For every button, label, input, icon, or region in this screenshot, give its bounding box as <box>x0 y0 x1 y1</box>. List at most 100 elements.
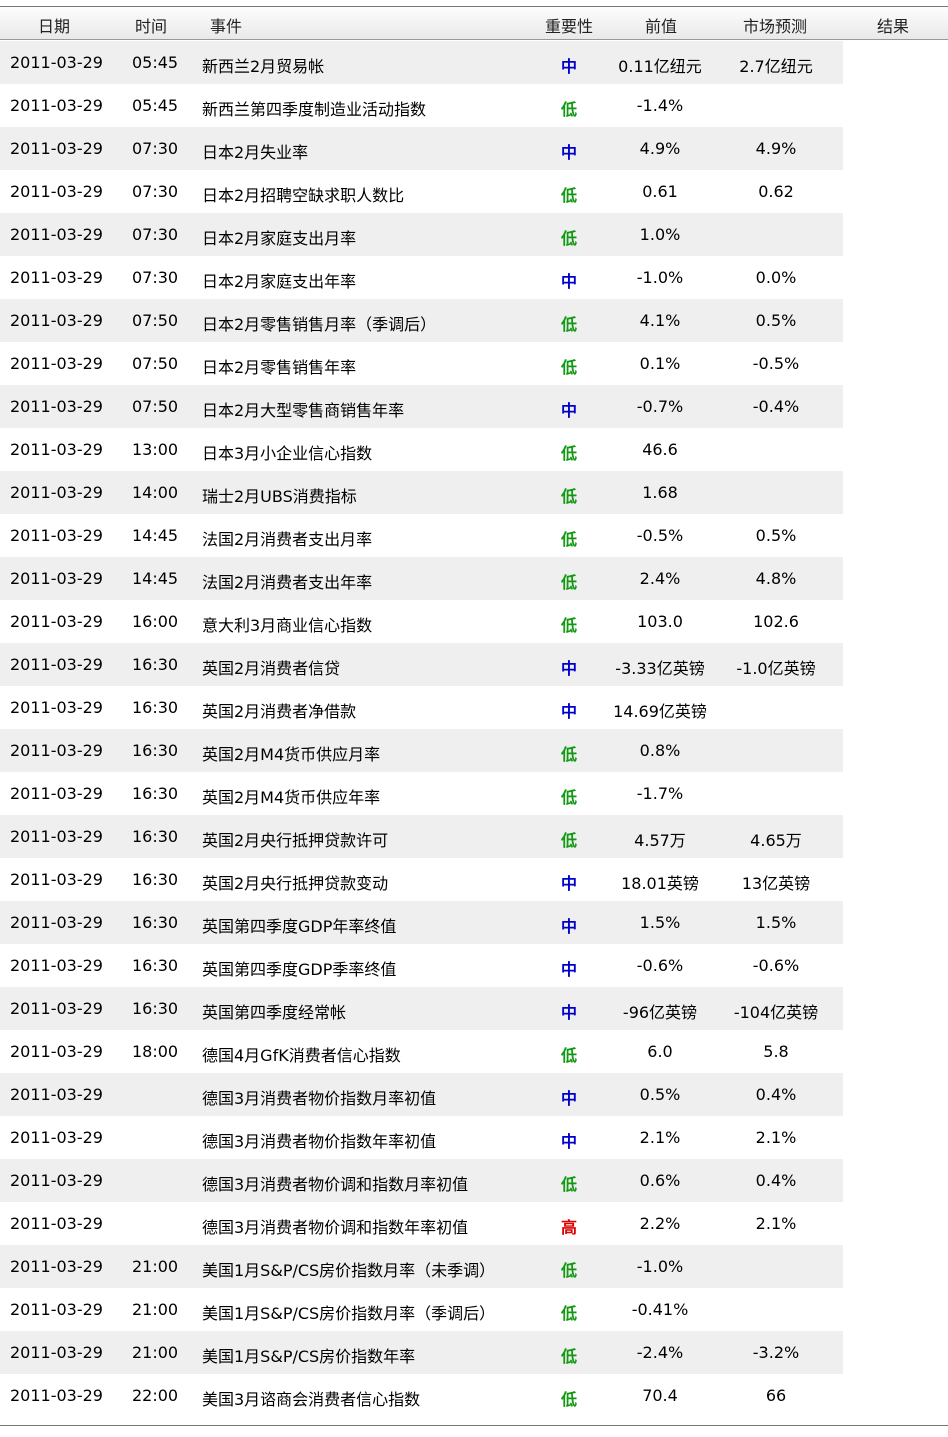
row-time: 07:50 <box>132 397 179 416</box>
row-time: 21:00 <box>132 1257 179 1276</box>
row-time: 16:30 <box>132 698 179 717</box>
table-row: 2011-03-29 德国3月消费者物价指数年率初值中 2.1% 2.1% <box>0 1116 843 1159</box>
row-event: 德国3月消费者物价指数年率初值 <box>202 1132 437 1151</box>
table-row: 2011-03-29 05:45 新西兰第四季度制造业活动指数低 -1.4% <box>0 84 843 127</box>
row-event: 美国1月S&P/CS房价指数月率（季调后） <box>202 1304 496 1323</box>
bottom-rule <box>0 1425 948 1426</box>
row-event: 日本2月家庭支出月率 <box>202 229 357 248</box>
row-previous: -0.41% <box>631 1300 689 1319</box>
row-time: 14:45 <box>132 526 179 545</box>
row-date: 2011-03-29 <box>10 827 103 846</box>
row-time: 07:50 <box>132 354 179 373</box>
row-event: 德国3月消费者物价指数月率初值 <box>202 1089 437 1108</box>
row-forecast: 2.7亿纽元 <box>739 57 813 76</box>
table-row: 2011-03-29 05:45 新西兰2月贸易帐中 0.11亿纽元 2.7亿纽元 <box>0 41 843 84</box>
row-forecast: 0.4% <box>755 1085 797 1104</box>
table-row: 2011-03-29 21:00 美国1月S&P/CS房价指数月率（未季调）低 -1.… <box>0 1245 843 1288</box>
row-event: 法国2月消费者支出年率 <box>202 573 373 592</box>
row-event: 日本2月零售销售月率（季调后） <box>202 315 437 334</box>
row-event: 新西兰第四季度制造业活动指数 <box>202 100 427 119</box>
row-event: 英国2月消费者净借款 <box>202 702 357 721</box>
row-forecast: 4.65万 <box>750 831 802 850</box>
table-row: 2011-03-29 16:30 英国第四季度GDP年率终值中 1.5% 1.5% <box>0 901 843 944</box>
row-date: 2011-03-29 <box>10 1171 103 1190</box>
row-date: 2011-03-29 <box>10 1214 103 1233</box>
table-row: 2011-03-29 07:50 日本2月零售销售月率（季调后）低 4.1% 0.5% <box>0 299 843 342</box>
header-time: 时间 <box>135 17 168 36</box>
table-row: 2011-03-29 14:45 法国2月消费者支出年率低 2.4% 4.8% <box>0 557 843 600</box>
row-time: 16:00 <box>132 612 179 631</box>
table-row: 2011-03-29 07:50 日本2月零售销售年率低 0.1% -0.5% <box>0 342 843 385</box>
table-row: 2011-03-29 18:00 德国4月GfK消费者信心指数低 6.0 5.8 <box>0 1030 843 1073</box>
row-date: 2011-03-29 <box>10 913 103 932</box>
table-row: 2011-03-29 德国3月消费者物价调和指数年率初值高 2.2% 2.1% <box>0 1202 843 1245</box>
row-date: 2011-03-29 <box>10 225 103 244</box>
row-previous: -1.0% <box>636 1257 684 1276</box>
row-date: 2011-03-29 <box>10 526 103 545</box>
row-time: 16:30 <box>132 655 179 674</box>
row-time: 16:30 <box>132 999 179 1018</box>
row-date: 2011-03-29 <box>10 1257 103 1276</box>
table-row: 2011-03-29 14:00 瑞士2月UBS消费指标低 1.68 <box>0 471 843 514</box>
row-event: 瑞士2月UBS消费指标 <box>202 487 357 506</box>
row-time: 21:00 <box>132 1343 179 1362</box>
row-date: 2011-03-29 <box>10 268 103 287</box>
row-time: 05:45 <box>132 96 179 115</box>
row-time: 16:30 <box>132 956 179 975</box>
row-time: 21:00 <box>132 1300 179 1319</box>
table-row: 2011-03-29 16:30 英国2月消费者信贷中 -3.33亿英镑 -1.0亿英镑 <box>0 643 843 686</box>
row-event: 新西兰2月贸易帐 <box>202 57 325 76</box>
table-row: 2011-03-29 07:30 日本2月失业率中 4.9% 4.9% <box>0 127 843 170</box>
row-event: 德国3月消费者物价调和指数月率初值 <box>202 1175 469 1194</box>
row-event: 英国2月M4货币供应年率 <box>202 788 381 807</box>
row-event: 日本3月小企业信心指数 <box>202 444 373 463</box>
table-row: 2011-03-29 21:00 美国1月S&P/CS房价指数月率（季调后）低 -0.… <box>0 1288 843 1331</box>
row-time: 14:00 <box>132 483 179 502</box>
row-event: 英国2月央行抵押贷款许可 <box>202 831 389 850</box>
row-event: 英国第四季度GDP年率终值 <box>202 917 397 936</box>
row-date: 2011-03-29 <box>10 53 103 72</box>
row-date: 2011-03-29 <box>10 569 103 588</box>
row-date: 2011-03-29 <box>10 1085 103 1104</box>
row-forecast: 1.5% <box>755 913 797 932</box>
row-date: 2011-03-29 <box>10 698 103 717</box>
row-date: 2011-03-29 <box>10 182 103 201</box>
header-result: 结果 <box>877 17 910 36</box>
row-previous: 1.68 <box>642 483 678 502</box>
row-forecast: 0.62 <box>758 182 794 201</box>
table-row: 2011-03-29 07:30 日本2月家庭支出月率低 1.0% <box>0 213 843 256</box>
row-date: 2011-03-29 <box>10 784 103 803</box>
header-forecast: 市场预测 <box>743 17 808 36</box>
row-date: 2011-03-29 <box>10 139 103 158</box>
row-event: 日本2月家庭支出年率 <box>202 272 357 291</box>
row-event: 英国2月M4货币供应月率 <box>202 745 381 764</box>
table-row: 2011-03-29 13:00 日本3月小企业信心指数低 46.6 <box>0 428 843 471</box>
table-row: 2011-03-29 16:30 英国2月央行抵押贷款许可低 4.57万 4.65万 <box>0 815 843 858</box>
table-row: 2011-03-29 07:50 日本2月大型零售商销售年率中 -0.7% -0.4% <box>0 385 843 428</box>
row-time: 16:30 <box>132 870 179 889</box>
row-time: 16:30 <box>132 827 179 846</box>
row-previous: 1.0% <box>639 225 681 244</box>
row-date: 2011-03-29 <box>10 96 103 115</box>
row-forecast: 0.5% <box>755 526 797 545</box>
table-row: 2011-03-29 07:30 日本2月招聘空缺求职人数比低 0.61 0.62 <box>0 170 843 213</box>
row-date: 2011-03-29 <box>10 1343 103 1362</box>
row-event: 日本2月零售销售年率 <box>202 358 357 377</box>
row-event: 德国4月GfK消费者信心指数 <box>202 1046 401 1065</box>
row-time: 16:30 <box>132 741 179 760</box>
table-row: 2011-03-29 22:00 美国3月谘商会消费者信心指数低 70.4 66 <box>0 1374 843 1417</box>
row-forecast: 0.4% <box>755 1171 797 1190</box>
row-date: 2011-03-29 <box>10 612 103 631</box>
table-row: 2011-03-29 07:30 日本2月家庭支出年率中 -1.0% 0.0% <box>0 256 843 299</box>
row-time: 16:30 <box>132 913 179 932</box>
row-time: 14:45 <box>132 569 179 588</box>
table-header: 日期 时间 事件 重要性 前值 市场预测 结果 <box>0 7 948 40</box>
row-time: 13:00 <box>132 440 179 459</box>
table-row: 2011-03-29 16:30 英国第四季度GDP季率终值中 -0.6% -0.6% <box>0 944 843 987</box>
row-event: 美国3月谘商会消费者信心指数 <box>202 1390 421 1409</box>
row-date: 2011-03-29 <box>10 1042 103 1061</box>
row-forecast: -0.5% <box>752 354 800 373</box>
header-importance: 重要性 <box>545 17 594 36</box>
row-date: 2011-03-29 <box>10 440 103 459</box>
row-event: 日本2月大型零售商销售年率 <box>202 401 405 420</box>
